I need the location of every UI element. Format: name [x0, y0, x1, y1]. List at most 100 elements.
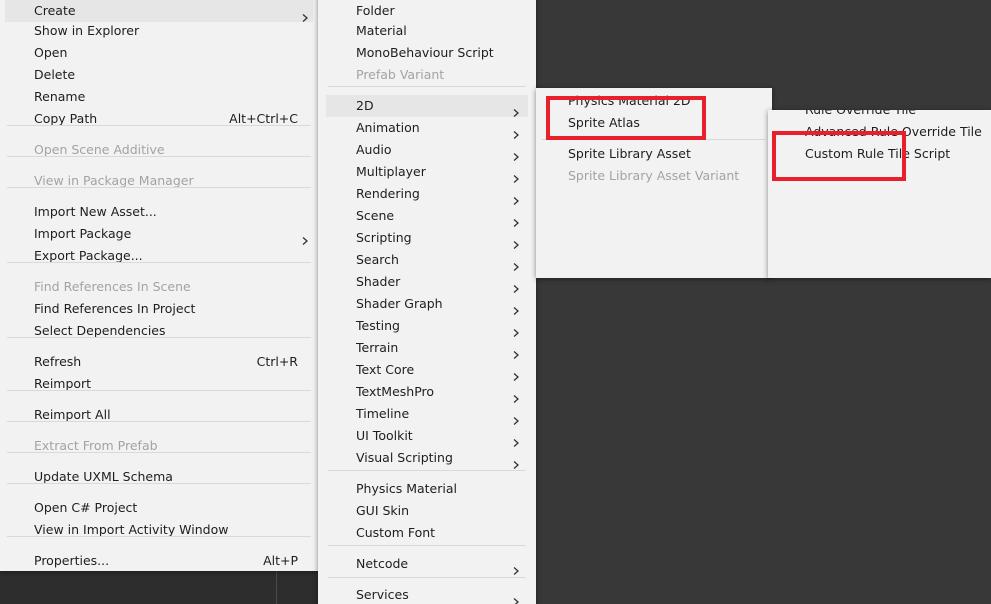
- main-menu-item-import-package[interactable]: Import Package: [5, 223, 313, 245]
- main-menu-item-delete[interactable]: Delete: [5, 64, 313, 86]
- create-menu-item-material[interactable]: Material: [326, 20, 528, 42]
- menu-item-label: Delete: [34, 67, 76, 82]
- main-menu-item-extract-from-prefab: Extract From Prefab: [5, 435, 313, 457]
- main-menu-item-update-uxml-schema[interactable]: Update UXML Schema: [5, 466, 313, 488]
- create-menu-item-gui-skin[interactable]: GUI Skin: [326, 500, 528, 522]
- create-menu-item-textmeshpro[interactable]: TextMeshPro: [326, 381, 528, 403]
- create-menu-item-animation[interactable]: Animation: [326, 117, 528, 139]
- create-menu-item-audio[interactable]: Audio: [326, 139, 528, 161]
- create-menu-item-rendering[interactable]: Rendering: [326, 183, 528, 205]
- menu-item-label: Scripting: [356, 230, 412, 245]
- main-menu-item-refresh[interactable]: Refresh Ctrl+R: [5, 351, 313, 373]
- menu-separator: [328, 577, 526, 578]
- menu-separator: [7, 125, 311, 126]
- twod-menu-item-physics-material-2d[interactable]: Physics Material 2D: [540, 90, 768, 112]
- create-menu-item-multiplayer[interactable]: Multiplayer: [326, 161, 528, 183]
- main-menu-item-open-c-project[interactable]: Open C# Project: [5, 497, 313, 519]
- chevron-right-icon: [512, 190, 520, 205]
- create-menu-item-testing[interactable]: Testing: [326, 315, 528, 337]
- main-menu-item-select-dependencies[interactable]: Select Dependencies: [5, 320, 313, 342]
- create-menu-item-custom-font[interactable]: Custom Font: [326, 522, 528, 544]
- menu-item-label: GUI Skin: [356, 503, 410, 518]
- menu-separator: [328, 545, 526, 546]
- menu-item-label: View in Package Manager: [34, 173, 194, 188]
- menu-item-label: Advanced Rule Override Tile: [805, 124, 982, 139]
- chevron-right-icon: [512, 344, 520, 359]
- menu-item-label: Terrain: [356, 340, 399, 355]
- main-menu-item-copy-path[interactable]: Copy Path Alt+Ctrl+C: [5, 108, 313, 130]
- menu-item-label: Netcode: [356, 556, 409, 571]
- menu-item-label: Export Package...: [34, 248, 143, 263]
- create-menu-item-2d[interactable]: 2D: [326, 95, 528, 117]
- menu-item-label: Reimport: [34, 376, 92, 391]
- create-menu-item-timeline[interactable]: Timeline: [326, 403, 528, 425]
- menu-item-label: Update UXML Schema: [34, 469, 173, 484]
- main-menu-item-reimport[interactable]: Reimport: [5, 373, 313, 395]
- menu-item-label: Open: [34, 45, 68, 60]
- chevron-right-icon: [301, 7, 309, 22]
- menu-item-label: Shader Graph: [356, 296, 443, 311]
- create-menu-item-folder[interactable]: Folder: [326, 0, 528, 22]
- menu-item-label: Material: [356, 23, 407, 38]
- menu-item-label: Multiplayer: [356, 164, 426, 179]
- main-menu-item-properties[interactable]: Properties... Alt+P: [5, 550, 313, 571]
- create-menu-item-ui-toolkit[interactable]: UI Toolkit: [326, 425, 528, 447]
- main-menu-item-find-references-in-project[interactable]: Find References In Project: [5, 298, 313, 320]
- menu-item-label: Physics Material 2D: [568, 93, 691, 108]
- chevron-right-icon: [512, 102, 520, 117]
- create-menu-item-visual-scripting[interactable]: Visual Scripting: [326, 447, 528, 469]
- chevron-right-icon: [512, 146, 520, 161]
- tiles-menu-item-advanced-rule-override-tile[interactable]: Advanced Rule Override Tile: [772, 121, 991, 143]
- menu-item-label: Open C# Project: [34, 500, 138, 515]
- menu-separator: [328, 470, 526, 471]
- menu-item-label: Rule Override Tile: [805, 110, 916, 121]
- menu-item-label: Shader: [356, 274, 401, 289]
- create-menu-item-monobehaviour-script[interactable]: MonoBehaviour Script: [326, 42, 528, 64]
- create-menu-item-scripting[interactable]: Scripting: [326, 227, 528, 249]
- twod-menu-item-sprite-atlas[interactable]: Sprite Atlas: [540, 112, 768, 134]
- create-menu-item-text-core[interactable]: Text Core: [326, 359, 528, 381]
- menu-item-label: Text Core: [356, 362, 415, 377]
- tiles-menu-item-custom-rule-tile-script[interactable]: Custom Rule Tile Script: [772, 143, 991, 165]
- menu-item-label: Create: [34, 3, 76, 18]
- menu-item-label: Custom Rule Tile Script: [805, 146, 951, 161]
- menu-item-label: Find References In Project: [34, 301, 196, 316]
- main-menu-item-import-new-asset[interactable]: Import New Asset...: [5, 201, 313, 223]
- panel-divider: [276, 571, 277, 604]
- menu-item-label: Import Package: [34, 226, 132, 241]
- create-menu-item-services[interactable]: Services: [326, 584, 528, 604]
- main-menu-item-view-in-import-activity-window[interactable]: View in Import Activity Window: [5, 519, 313, 541]
- menu-separator: [7, 337, 311, 338]
- create-menu-item-search[interactable]: Search: [326, 249, 528, 271]
- create-menu-item-scene[interactable]: Scene: [326, 205, 528, 227]
- chevron-right-icon: [512, 454, 520, 469]
- main-menu-item-export-package[interactable]: Export Package...: [5, 245, 313, 267]
- create-menu-item-shader[interactable]: Shader: [326, 271, 528, 293]
- chevron-right-icon: [512, 560, 520, 575]
- chevron-right-icon: [512, 591, 520, 604]
- menu-separator: [7, 421, 311, 422]
- tiles-menu-item-rule-override-tile[interactable]: Rule Override Tile: [772, 110, 991, 121]
- main-menu-item-reimport-all[interactable]: Reimport All: [5, 404, 313, 426]
- menu-item-label: Scene: [356, 208, 395, 223]
- create-menu-item-shader-graph[interactable]: Shader Graph: [326, 293, 528, 315]
- menu-separator: [7, 483, 311, 484]
- create-menu-item-physics-material[interactable]: Physics Material: [326, 478, 528, 500]
- menu-separator: [542, 139, 766, 140]
- create-menu-item-netcode[interactable]: Netcode: [326, 553, 528, 575]
- menu-item-label: Refresh: [34, 354, 82, 369]
- main-menu-item-show-in-explorer[interactable]: Show in Explorer: [5, 20, 313, 42]
- main-menu-item-open[interactable]: Open: [5, 42, 313, 64]
- chevron-right-icon: [512, 388, 520, 403]
- main-menu-item-create[interactable]: Create: [5, 0, 313, 22]
- menu-item-label: Import New Asset...: [34, 204, 157, 219]
- menu-item-label: Show in Explorer: [34, 23, 140, 38]
- unity-editor-screen: Create Show in Explorer Open Delete Rename Co…: [0, 0, 991, 604]
- create-menu-item-terrain[interactable]: Terrain: [326, 337, 528, 359]
- main-menu-item-rename[interactable]: Rename: [5, 86, 313, 108]
- main-menu-item-view-in-package-manager: View in Package Manager: [5, 170, 313, 192]
- chevron-right-icon: [512, 168, 520, 183]
- chevron-right-icon: [512, 366, 520, 381]
- twod-menu-item-sprite-library-asset[interactable]: Sprite Library Asset: [540, 143, 768, 165]
- menu-item-label: Prefab Variant: [356, 67, 445, 82]
